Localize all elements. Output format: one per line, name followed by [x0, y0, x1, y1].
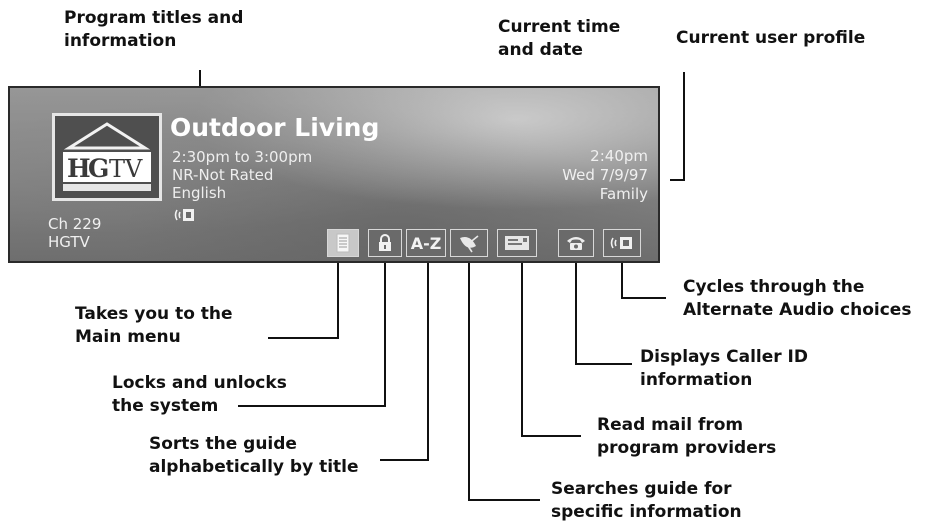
telephone-icon	[567, 237, 585, 250]
channel-number: Ch 229	[48, 215, 102, 233]
user-profile: Family	[599, 185, 648, 203]
satellite-dish-icon	[460, 235, 479, 253]
list-icon	[336, 233, 350, 253]
leader-audio	[621, 262, 666, 299]
program-rating: NR-Not Rated	[172, 166, 274, 184]
callout-caller-id: Displays Caller ID information	[640, 347, 808, 390]
callout-main-menu: Takes you to the Main menu	[75, 304, 233, 347]
program-time: 2:30pm to 3:00pm	[172, 148, 313, 166]
channel-name: HGTV	[48, 233, 90, 251]
alternate-audio-button[interactable]	[603, 229, 641, 257]
leader-main-menu	[268, 262, 339, 339]
callout-current-time: Current time and date	[498, 17, 621, 60]
callout-user-profile: Current user profile	[676, 28, 866, 48]
callout-leader-lines	[199, 70, 685, 501]
svg-text:G: G	[88, 154, 109, 183]
callout-audio: Cycles through the Alternate Audio choic…	[683, 277, 912, 320]
program-language: English	[172, 184, 227, 202]
leader-mail	[521, 262, 581, 437]
audio-indicator-icon	[174, 206, 196, 229]
leader-sort	[380, 262, 429, 461]
main-menu-button[interactable]	[327, 229, 359, 257]
program-title: Outdoor Living	[170, 113, 380, 142]
mail-button[interactable]	[497, 229, 537, 257]
hgtv-logo-graphic: H G TV	[63, 122, 151, 191]
caller-id-button[interactable]	[558, 229, 594, 257]
callout-program-titles: Program titles and information	[64, 8, 244, 51]
lock-icon	[379, 234, 391, 251]
speaker-icon	[610, 237, 632, 249]
az-sort-button[interactable]: A-Z	[406, 229, 446, 257]
tv-info-banner: H G TV Ch 229 HGTV Outdoor Living 2:30pm…	[8, 86, 660, 263]
callout-search: Searches guide for specific information	[551, 479, 742, 522]
lock-button[interactable]	[368, 229, 402, 257]
leader-user-profile	[670, 72, 685, 181]
callout-mail: Read mail from program providers	[597, 415, 777, 458]
svg-text:TV: TV	[109, 155, 143, 183]
callout-sort: Sorts the guide alphabetically by title	[149, 434, 359, 477]
leader-caller-id	[575, 262, 632, 365]
mail-icon	[505, 236, 529, 250]
leader-search	[468, 262, 540, 501]
channel-logo: H G TV	[52, 113, 162, 201]
search-button[interactable]	[450, 229, 488, 257]
current-date: Wed 7/9/97	[562, 166, 648, 184]
current-time: 2:40pm	[590, 147, 648, 165]
callout-lock: Locks and unlocks the system	[112, 373, 287, 416]
